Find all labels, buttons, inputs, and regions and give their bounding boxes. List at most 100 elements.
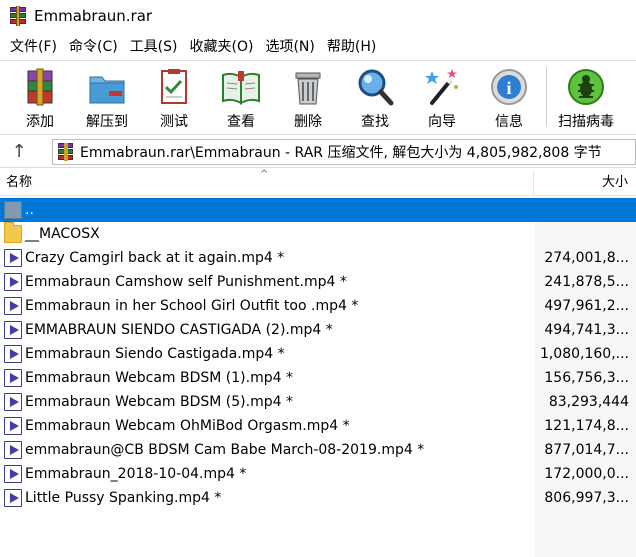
file-name: Emmabraun Camshow self Punishment.mp4 * — [25, 274, 347, 290]
address-bar: ↑ Emmabraun.rar\Emmabraun - RAR 压缩文件, 解包… — [0, 134, 636, 168]
title-bar: Emmabraun.rar — [0, 0, 636, 32]
menu-file[interactable]: 文件(F) — [4, 36, 63, 56]
menu-options[interactable]: 选项(N) — [259, 36, 320, 56]
menu-tools[interactable]: 工具(S) — [124, 36, 184, 56]
video-file-icon — [4, 393, 22, 411]
video-file-icon — [4, 321, 22, 339]
file-size: 172,000,0... — [544, 466, 629, 482]
menu-commands[interactable]: 命令(C) — [63, 36, 124, 56]
file-name: Emmabraun Webcam BDSM (1).mp4 * — [25, 370, 293, 386]
file-size: 274,001,8... — [544, 250, 629, 266]
file-size: 497,961,2... — [544, 298, 629, 314]
test-icon — [161, 69, 187, 104]
wizard-button[interactable]: 向导 — [410, 63, 474, 131]
file-size — [535, 198, 629, 222]
list-item[interactable]: EMMABRAUN SIENDO CASTIGADA (2).mp4 * 494… — [0, 318, 636, 342]
file-name: emmabraun@CB BDSM Cam Babe March-08-2019… — [25, 442, 425, 458]
address-text: Emmabraun.rar\Emmabraun - RAR 压缩文件, 解包大小… — [80, 145, 602, 161]
address-field[interactable]: Emmabraun.rar\Emmabraun - RAR 压缩文件, 解包大小… — [52, 139, 636, 165]
info-icon: i — [491, 69, 527, 105]
delete-label: 删除 — [294, 114, 322, 130]
extract-to-button[interactable]: 解压到 — [75, 63, 139, 131]
file-list: .. __MACOSX Crazy Camgirl back at it aga… — [0, 197, 636, 557]
file-name: .. — [25, 202, 34, 218]
list-item[interactable]: Little Pussy Spanking.mp4 * 806,997,3... — [0, 486, 636, 510]
info-button[interactable]: i 信息 — [477, 63, 541, 131]
toolbar: 添加 解压到 测试 查看 删除 查找 向导 i 信息 扫描病毒 — [0, 60, 636, 132]
video-file-icon — [4, 249, 22, 267]
file-size: 156,756,3... — [544, 370, 629, 386]
video-file-icon — [4, 465, 22, 483]
archive-icon — [57, 143, 75, 161]
folder-icon — [4, 222, 22, 243]
list-item[interactable]: Emmabraun in her School Girl Outfit too … — [0, 294, 636, 318]
virus-scan-icon — [568, 69, 604, 105]
virus-scan-label: 扫描病毒 — [558, 114, 614, 130]
file-size: 806,997,3... — [544, 490, 629, 506]
wizard-wand-icon — [425, 69, 458, 105]
test-button[interactable]: 测试 — [142, 63, 206, 131]
extract-to-label: 解压到 — [86, 114, 128, 130]
file-size: 241,878,5... — [544, 274, 629, 290]
wizard-label: 向导 — [428, 114, 456, 130]
add-archive-icon — [27, 68, 53, 106]
parent-folder-icon — [4, 201, 22, 219]
add-button-label: 添加 — [26, 114, 54, 130]
list-item[interactable]: Emmabraun Webcam BDSM (5).mp4 * 83,293,4… — [0, 390, 636, 414]
list-header: ^ 名称 大小 — [0, 169, 636, 196]
file-name: Crazy Camgirl back at it again.mp4 * — [25, 250, 285, 266]
up-arrow-icon[interactable]: ↑ — [6, 140, 32, 164]
file-name: Emmabraun Webcam BDSM (5).mp4 * — [25, 394, 293, 410]
menu-help[interactable]: 帮助(H) — [321, 36, 382, 56]
find-label: 查找 — [361, 114, 389, 130]
file-name: Emmabraun Webcam OhMiBod Orgasm.mp4 * — [25, 418, 350, 434]
delete-trash-icon — [295, 72, 321, 105]
add-button[interactable]: 添加 — [8, 63, 72, 131]
view-button[interactable]: 查看 — [209, 63, 273, 131]
list-item[interactable]: emmabraun@CB BDSM Cam Babe March-08-2019… — [0, 438, 636, 462]
menu-bar: 文件(F) 命令(C) 工具(S) 收藏夹(O) 选项(N) 帮助(H) — [0, 34, 636, 58]
file-size: 121,174,8... — [544, 418, 629, 434]
column-header-name[interactable]: ^ 名称 — [0, 169, 534, 196]
window-title: Emmabraun.rar — [34, 7, 153, 25]
sort-ascending-icon: ^ — [260, 169, 269, 180]
file-name: Emmabraun_2018-10-04.mp4 * — [25, 466, 247, 482]
find-button[interactable]: 查找 — [343, 63, 407, 131]
video-file-icon — [4, 345, 22, 363]
list-item[interactable]: Emmabraun Siendo Castigada.mp4 * 1,080,1… — [0, 342, 636, 366]
file-name: __MACOSX — [25, 226, 100, 242]
file-name: Little Pussy Spanking.mp4 * — [25, 490, 222, 506]
list-item[interactable]: Crazy Camgirl back at it again.mp4 * 274… — [0, 246, 636, 270]
file-size: 83,293,444 — [548, 394, 629, 410]
column-size-label: 大小 — [601, 175, 628, 190]
virus-scan-button[interactable]: 扫描病毒 — [554, 63, 618, 131]
toolbar-separator — [546, 67, 547, 127]
file-name: EMMABRAUN SIENDO CASTIGADA (2).mp4 * — [25, 322, 333, 338]
video-file-icon — [4, 417, 22, 435]
delete-button[interactable]: 删除 — [276, 63, 340, 131]
list-item[interactable]: Emmabraun_2018-10-04.mp4 * 172,000,0... — [0, 462, 636, 486]
svg-text:i: i — [506, 78, 511, 98]
file-size: 494,741,3... — [544, 322, 629, 338]
video-file-icon — [4, 369, 22, 387]
list-item-parent-folder[interactable]: .. — [0, 198, 636, 222]
info-label: 信息 — [495, 114, 523, 130]
view-book-icon — [222, 71, 260, 105]
video-file-icon — [4, 441, 22, 459]
extract-to-icon — [89, 76, 125, 104]
list-item[interactable]: Emmabraun Webcam OhMiBod Orgasm.mp4 * 12… — [0, 414, 636, 438]
file-name: Emmabraun Siendo Castigada.mp4 * — [25, 346, 285, 362]
list-item[interactable]: __MACOSX — [0, 222, 636, 246]
list-item[interactable]: Emmabraun Webcam BDSM (1).mp4 * 156,756,… — [0, 366, 636, 390]
video-file-icon — [4, 297, 22, 315]
list-item[interactable]: Emmabraun Camshow self Punishment.mp4 * … — [0, 270, 636, 294]
file-size — [535, 222, 629, 246]
column-header-size[interactable]: 大小 — [535, 170, 636, 196]
column-name-label: 名称 — [6, 175, 33, 190]
find-magnifier-icon — [358, 69, 394, 106]
video-file-icon — [4, 273, 22, 291]
file-name: Emmabraun in her School Girl Outfit too … — [25, 298, 359, 314]
menu-favorites[interactable]: 收藏夹(O) — [184, 36, 260, 56]
winrar-app-icon — [8, 6, 28, 26]
test-label: 测试 — [160, 114, 188, 130]
